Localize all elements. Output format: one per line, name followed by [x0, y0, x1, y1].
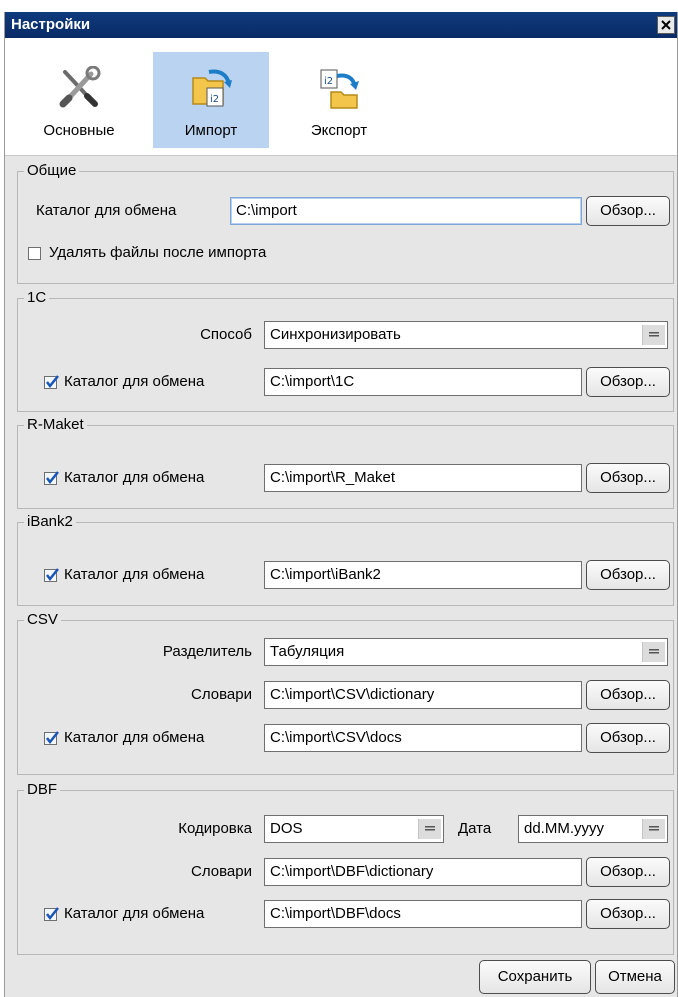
csv-group: CSV Разделитель Табуляция Словари C:\imp… — [17, 611, 674, 775]
tabs-toolbar: Основные i2 Импорт i2 Экспорт — [5, 38, 677, 156]
title-bar: Настройки — [5, 12, 677, 38]
csv-group-title: CSV — [24, 611, 61, 629]
csv-dict-browse-button[interactable]: Обзор... — [586, 680, 670, 710]
svg-text:i2: i2 — [324, 76, 333, 87]
chevron-down-icon — [642, 642, 665, 662]
csv-exchange-label: Каталог для обмена — [64, 729, 205, 746]
close-button[interactable] — [657, 16, 675, 34]
tab-import-label: Импорт — [184, 122, 238, 139]
chevron-down-icon — [642, 819, 665, 839]
onec-group: 1С Способ Синхронизировать Каталог для о… — [17, 289, 674, 412]
wrench-screwdriver-icon — [59, 66, 101, 108]
dbf-dict-browse-button[interactable]: Обзор... — [586, 857, 670, 887]
tab-export-label: Экспорт — [310, 122, 368, 139]
csv-separator-select[interactable]: Табуляция — [264, 638, 668, 666]
onec-method-select[interactable]: Синхронизировать — [264, 321, 668, 349]
csv-exchange-checkbox[interactable] — [44, 731, 59, 745]
onec-exchange-input[interactable]: C:\import\1C — [264, 368, 582, 396]
tab-general[interactable]: Основные — [21, 52, 137, 148]
folder-import-icon: i2 — [192, 69, 232, 107]
onec-method-label: Способ — [200, 326, 252, 343]
csv-dict-input[interactable]: C:\import\CSV\dictionary — [264, 681, 582, 709]
onec-browse-button[interactable]: Обзор... — [586, 367, 670, 397]
dbf-group: DBF Кодировка DOS Дата dd.MM.yyyy Словар… — [17, 781, 674, 955]
general-group: Общие Каталог для обмена C:\import Обзор… — [17, 162, 674, 284]
csv-dict-label: Словари — [191, 686, 252, 703]
dbf-dict-label: Словари — [191, 863, 252, 880]
tab-import[interactable]: i2 Импорт — [153, 52, 269, 148]
dbf-encoding-select[interactable]: DOS — [264, 815, 444, 843]
onec-exchange-label: Каталог для обмена — [64, 373, 205, 390]
csv-separator-label: Разделитель — [162, 643, 252, 660]
dbf-dict-input[interactable]: C:\import\DBF\dictionary — [264, 858, 582, 886]
general-exchange-input[interactable]: C:\import — [230, 197, 582, 225]
svg-text:i2: i2 — [210, 94, 219, 105]
ibank2-exchange-input[interactable]: C:\import\iBank2 — [264, 561, 582, 589]
settings-window: Настройки Основные i2 Импорт i2 Экспорт … — [4, 12, 678, 997]
chevron-down-icon — [418, 819, 441, 839]
dbf-date-value: dd.MM.yyyy — [524, 820, 605, 837]
checkmark-icon — [46, 471, 59, 485]
csv-exchange-browse-button[interactable]: Обзор... — [586, 723, 670, 753]
rmaket-exchange-label: Каталог для обмена — [64, 469, 205, 486]
rmaket-browse-button[interactable]: Обзор... — [586, 463, 670, 493]
checkmark-icon — [46, 568, 59, 582]
dbf-encoding-label: Кодировка — [178, 820, 252, 837]
rmaket-group: R-Maket Каталог для обмена C:\import\R_M… — [17, 416, 674, 509]
dbf-exchange-label: Каталог для обмена — [64, 905, 205, 922]
cancel-button[interactable]: Отмена — [595, 960, 675, 994]
save-button[interactable]: Сохранить — [479, 960, 591, 994]
folder-export-icon: i2 — [320, 69, 359, 109]
tab-export[interactable]: i2 Экспорт — [281, 52, 397, 148]
chevron-down-icon — [642, 325, 665, 345]
general-exchange-label: Каталог для обмена — [36, 202, 177, 219]
rmaket-group-title: R-Maket — [24, 416, 87, 434]
ibank2-browse-button[interactable]: Обзор... — [586, 560, 670, 590]
checkmark-icon — [46, 907, 59, 921]
dbf-date-select[interactable]: dd.MM.yyyy — [518, 815, 668, 843]
ibank2-exchange-checkbox[interactable] — [44, 568, 59, 582]
dbf-group-title: DBF — [24, 781, 60, 799]
onec-method-value: Синхронизировать — [270, 326, 401, 343]
onec-exchange-checkbox[interactable] — [44, 375, 59, 389]
delete-files-checkbox[interactable] — [28, 247, 41, 260]
dbf-encoding-value: DOS — [270, 820, 303, 837]
onec-group-title: 1С — [24, 289, 50, 307]
ibank2-group-title: iBank2 — [24, 513, 76, 531]
window-title: Настройки — [11, 16, 91, 33]
dbf-exchange-input[interactable]: C:\import\DBF\docs — [264, 900, 582, 928]
rmaket-exchange-checkbox[interactable] — [44, 471, 59, 485]
rmaket-exchange-input[interactable]: C:\import\R_Maket — [264, 464, 582, 492]
general-browse-button[interactable]: Обзор... — [586, 196, 670, 226]
csv-exchange-input[interactable]: C:\import\CSV\docs — [264, 724, 582, 752]
dbf-exchange-checkbox[interactable] — [44, 907, 59, 921]
checkmark-icon — [46, 731, 59, 745]
tab-general-label: Основные — [43, 122, 115, 139]
general-group-title: Общие — [24, 162, 80, 180]
csv-separator-value: Табуляция — [270, 643, 345, 660]
delete-files-label: Удалять файлы после импорта — [49, 244, 267, 261]
dbf-date-label: Дата — [458, 820, 492, 837]
checkmark-icon — [46, 375, 59, 389]
ibank2-group: iBank2 Каталог для обмена C:\import\iBan… — [17, 513, 674, 606]
ibank2-exchange-label: Каталог для обмена — [64, 566, 205, 583]
close-icon — [661, 20, 671, 30]
dbf-exchange-browse-button[interactable]: Обзор... — [586, 899, 670, 929]
